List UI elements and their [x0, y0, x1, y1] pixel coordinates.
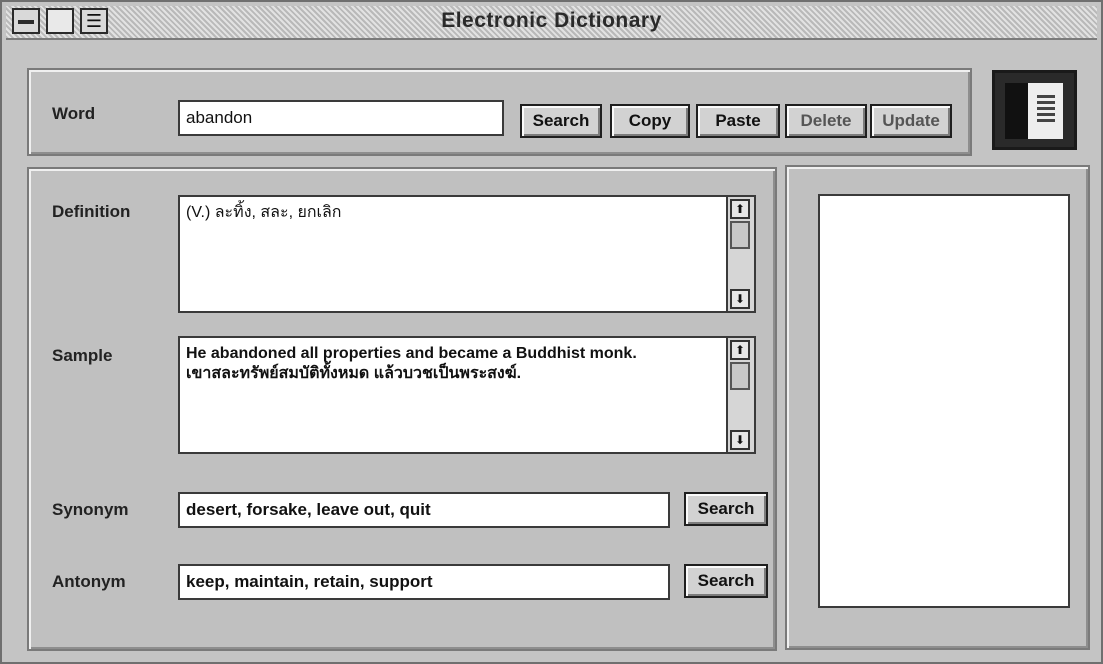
update-button[interactable]: Update — [870, 104, 952, 138]
arrow-down-icon[interactable]: ⬇ — [730, 289, 750, 309]
scroll-thumb[interactable] — [730, 362, 750, 390]
definition-label: Definition — [52, 202, 131, 221]
word-input[interactable] — [178, 100, 504, 136]
dictionary-window: ☰ Electronic Dictionary Word Search Copy… — [0, 0, 1103, 664]
sample-label: Sample — [52, 346, 113, 365]
sample-text: He abandoned all properties and became a… — [186, 345, 637, 382]
definition-textarea[interactable]: (V.) ละทิ้ง, สละ, ยกเลิก ⬆ ⬇ — [178, 195, 756, 313]
word-list[interactable] — [818, 194, 1070, 608]
definition-text: (V.) ละทิ้ง, สละ, ยกเลิก — [186, 204, 342, 221]
antonym-label: Antonym — [52, 572, 126, 591]
antonym-search-button[interactable]: Search — [684, 564, 768, 598]
delete-button[interactable]: Delete — [785, 104, 867, 138]
arrow-down-icon[interactable]: ⬇ — [730, 430, 750, 450]
staircase-logo-icon — [992, 70, 1077, 150]
window-title: Electronic Dictionary — [441, 9, 662, 32]
copy-button[interactable]: Copy — [610, 104, 690, 138]
synonym-search-button[interactable]: Search — [684, 492, 768, 526]
word-label: Word — [52, 104, 96, 123]
sample-scrollbar[interactable]: ⬆ ⬇ — [726, 338, 754, 452]
arrow-up-icon[interactable]: ⬆ — [730, 340, 750, 360]
title-bar[interactable]: ☰ Electronic Dictionary — [6, 6, 1097, 40]
search-button[interactable]: Search — [520, 104, 602, 138]
definition-scrollbar[interactable]: ⬆ ⬇ — [726, 197, 754, 311]
sample-textarea[interactable]: He abandoned all properties and became a… — [178, 336, 756, 454]
antonym-input[interactable] — [178, 564, 670, 600]
scroll-thumb[interactable] — [730, 221, 750, 249]
synonym-label: Synonym — [52, 500, 129, 519]
paste-button[interactable]: Paste — [696, 104, 780, 138]
synonym-input[interactable] — [178, 492, 670, 528]
arrow-up-icon[interactable]: ⬆ — [730, 199, 750, 219]
